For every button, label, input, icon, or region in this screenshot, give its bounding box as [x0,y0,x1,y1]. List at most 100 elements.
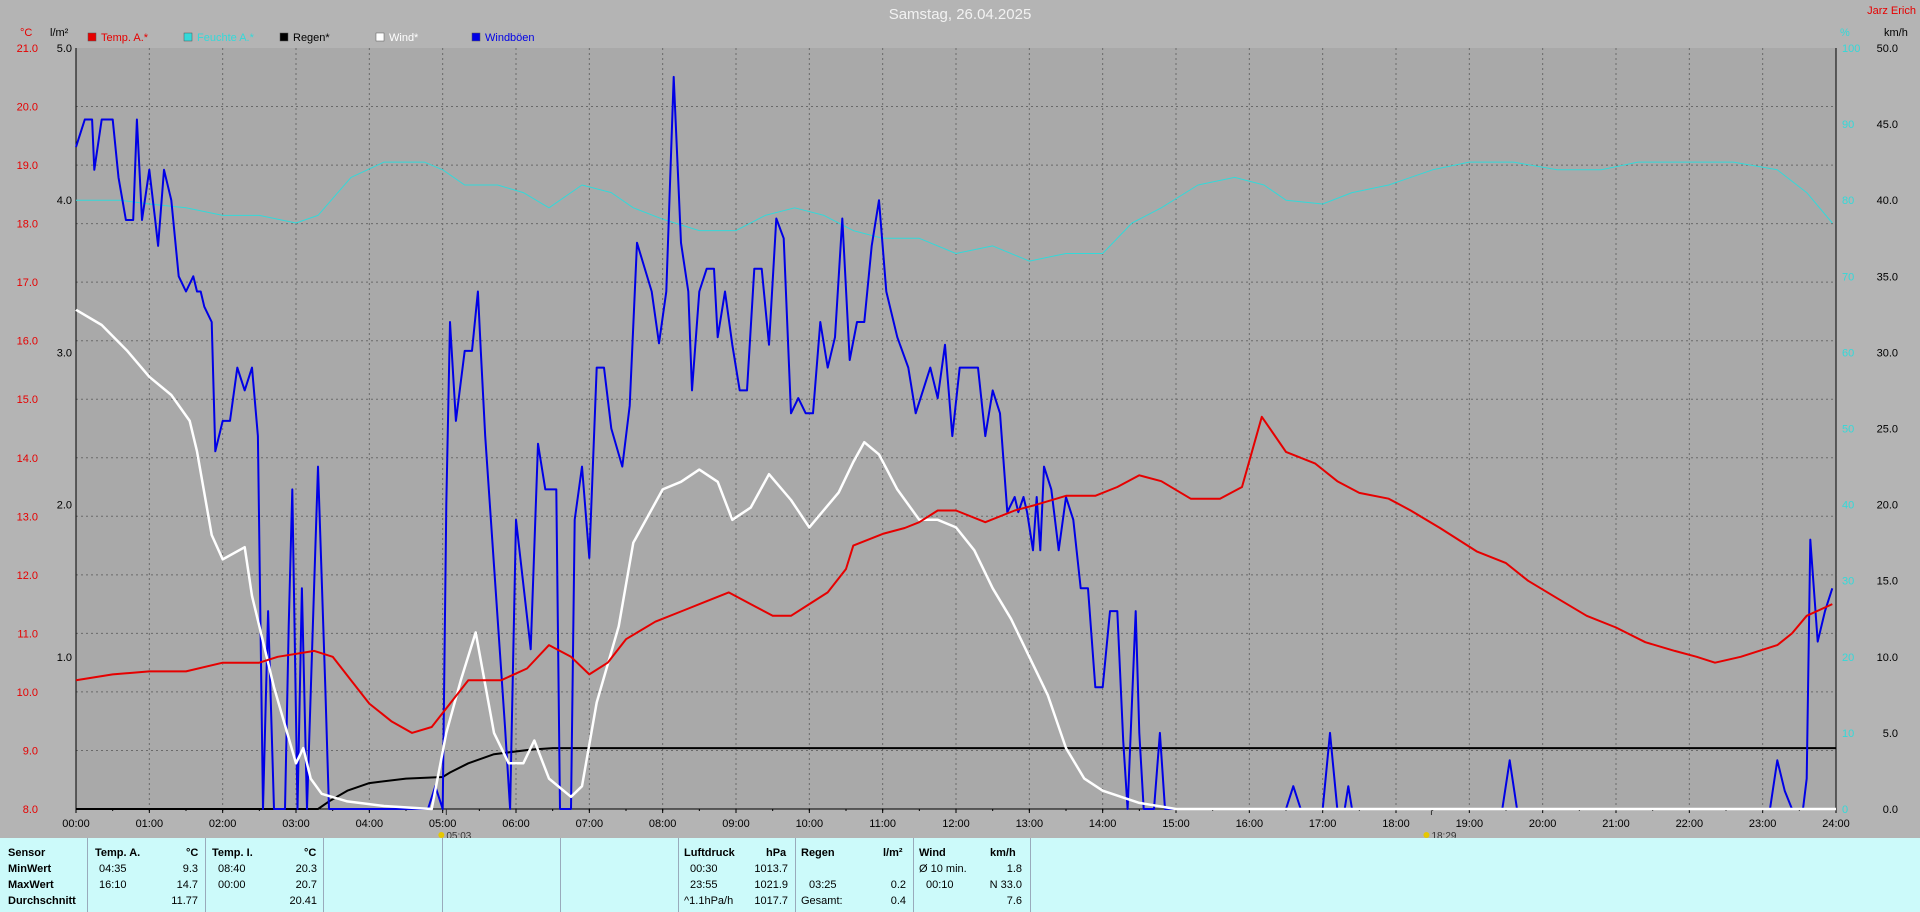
wind-tick-label: 20.0 [1877,500,1898,512]
x-tick-label: 11:00 [869,818,896,830]
legend-swatch [183,32,193,42]
humidity-tick-label: 20 [1842,652,1854,664]
legend-swatch [471,32,481,42]
wind-tick-label: 10.0 [1877,652,1898,664]
pressure-max-value: 1021.9 [754,879,788,891]
chart-area: 00:00 01:00 02:00 03:00 04:00 05:00 06:00 07:00… [0,0,1920,842]
humidity-tick-label: 80 [1842,195,1854,207]
weather-chart: 00:00 01:00 02:00 03:00 04:00 05:00 06:00 07:00… [17,27,1908,842]
stats-max-label: MaxWert [8,879,54,891]
x-tick-label: 19:00 [1456,818,1484,830]
legend-label: Wind* [389,32,419,44]
wind-tick-label: 40.0 [1877,195,1898,207]
x-tick-label: 06:00 [502,818,530,830]
x-tick-label: 02:00 [209,818,237,830]
rain-tick-label: 3.0 [57,347,72,359]
humidity-tick-label: 100 [1842,43,1860,55]
pressure-unit: hPa [766,847,787,859]
wind-header: Wind [919,847,946,859]
wind-avg-value: 1.8 [1006,863,1022,875]
x-tick-label: 15:00 [1162,818,1190,830]
rain-tick-label: 1.0 [57,652,72,664]
humidity-tick-label: 60 [1842,347,1854,359]
temp-tick-label: 9.0 [23,745,38,757]
temp-tick-label: 19.0 [17,160,38,172]
wind-tick-label: 35.0 [1877,271,1898,283]
x-tick-label: 12:00 [942,818,970,830]
temp-tick-label: 14.0 [17,453,38,465]
temp-i-max-value: 20.7 [295,879,317,891]
humidity-tick-label: 0 [1842,804,1848,816]
temp-tick-label: 8.0 [23,804,38,816]
temp-a-average: 11.77 [171,895,198,907]
temp-a-header: Temp. A. [95,847,141,859]
humidity-tick-label: 30 [1842,576,1854,588]
pressure-min-value: 1013.7 [754,863,788,875]
humidity-tick-label: 90 [1842,119,1854,131]
pressure-min-time: 00:30 [690,863,718,875]
x-tick-label: 13:00 [1016,818,1044,830]
x-tick-label: 22:00 [1676,818,1704,830]
humidity-tick-label: 70 [1842,271,1854,283]
temp-a-max-value: 14.7 [176,879,198,891]
temp-i-unit: °C [304,847,317,859]
x-tick-label: 07:00 [576,818,604,830]
rain-max-value: 0.2 [890,879,906,891]
humidity-tick-label: 50 [1842,424,1854,436]
x-tick-label: 10:00 [796,818,824,830]
temp-tick-label: 18.0 [17,219,38,231]
rain-header: Regen [801,847,835,859]
x-tick-label: 00:00 [62,818,90,830]
stats-avg-label: Durchschnitt [8,895,76,907]
wind-avg-label: Ø 10 min. [919,863,967,875]
legend-label: Regen* [293,32,330,44]
rain-tick-label: 4.0 [57,195,72,207]
temp-tick-label: 12.0 [17,570,38,582]
wind-tick-label: 45.0 [1877,119,1898,131]
humidity-tick-label: 40 [1842,500,1854,512]
x-tick-label: 18:00 [1382,818,1410,830]
x-tick-label: 01:00 [136,818,164,830]
wind-tick-label: 50.0 [1877,43,1898,55]
temp-tick-label: 11.0 [17,628,38,640]
humidity-tick-label: 10 [1842,728,1854,740]
x-tick-label: 20:00 [1529,818,1557,830]
pressure-max-time: 23:55 [690,879,718,891]
temp-i-average: 20.41 [289,895,317,907]
author-label: Jarz Erich [1867,5,1916,17]
wind-tick-label: 15.0 [1877,576,1898,588]
temp-tick-label: 20.0 [17,102,38,114]
x-tick-label: 24:00 [1822,818,1850,830]
legend-swatch [279,32,289,42]
legend-label: Feuchte A.* [197,32,255,44]
pressure-header: Luftdruck [684,847,735,859]
x-tick-label: 05:00 [429,818,457,830]
stats-sensor-label: Sensor [8,847,46,859]
rain-unit: l/m² [883,847,903,859]
temp-a-max-time: 16:10 [99,879,127,891]
temp-a-min-value: 9.3 [182,863,198,875]
rain-tick-label: 5.0 [57,43,72,55]
x-tick-label: 23:00 [1749,818,1777,830]
rain-max-time: 03:25 [809,879,837,891]
pressure-trend: ^1.1hPa/h [684,895,734,907]
humidity-unit-label: % [1840,27,1850,39]
stats-panel: Sensor MinWert MaxWert Durchschnitt Temp… [0,838,1920,912]
temp-tick-label: 21.0 [17,43,38,55]
wind-unit-label: km/h [1884,27,1908,39]
temp-i-min-time: 08:40 [218,863,246,875]
temp-tick-label: 16.0 [17,336,38,348]
legend-label: Temp. A.* [101,32,149,44]
legend-swatch [87,32,97,42]
wind-day-average: 7.6 [1006,895,1022,907]
temp-i-max-time: 00:00 [218,879,246,891]
wind-max-time: 00:10 [926,879,954,891]
x-tick-label: 03:00 [282,818,310,830]
temp-i-header: Temp. I. [212,847,253,859]
temp-a-min-time: 04:35 [99,863,127,875]
pressure-average: 1017.7 [754,895,788,907]
temp-tick-label: 13.0 [17,511,38,523]
sunset-label: 18:29 [1431,831,1456,838]
x-tick-label: 04:00 [356,818,384,830]
legend-label: Windböen [485,32,535,44]
